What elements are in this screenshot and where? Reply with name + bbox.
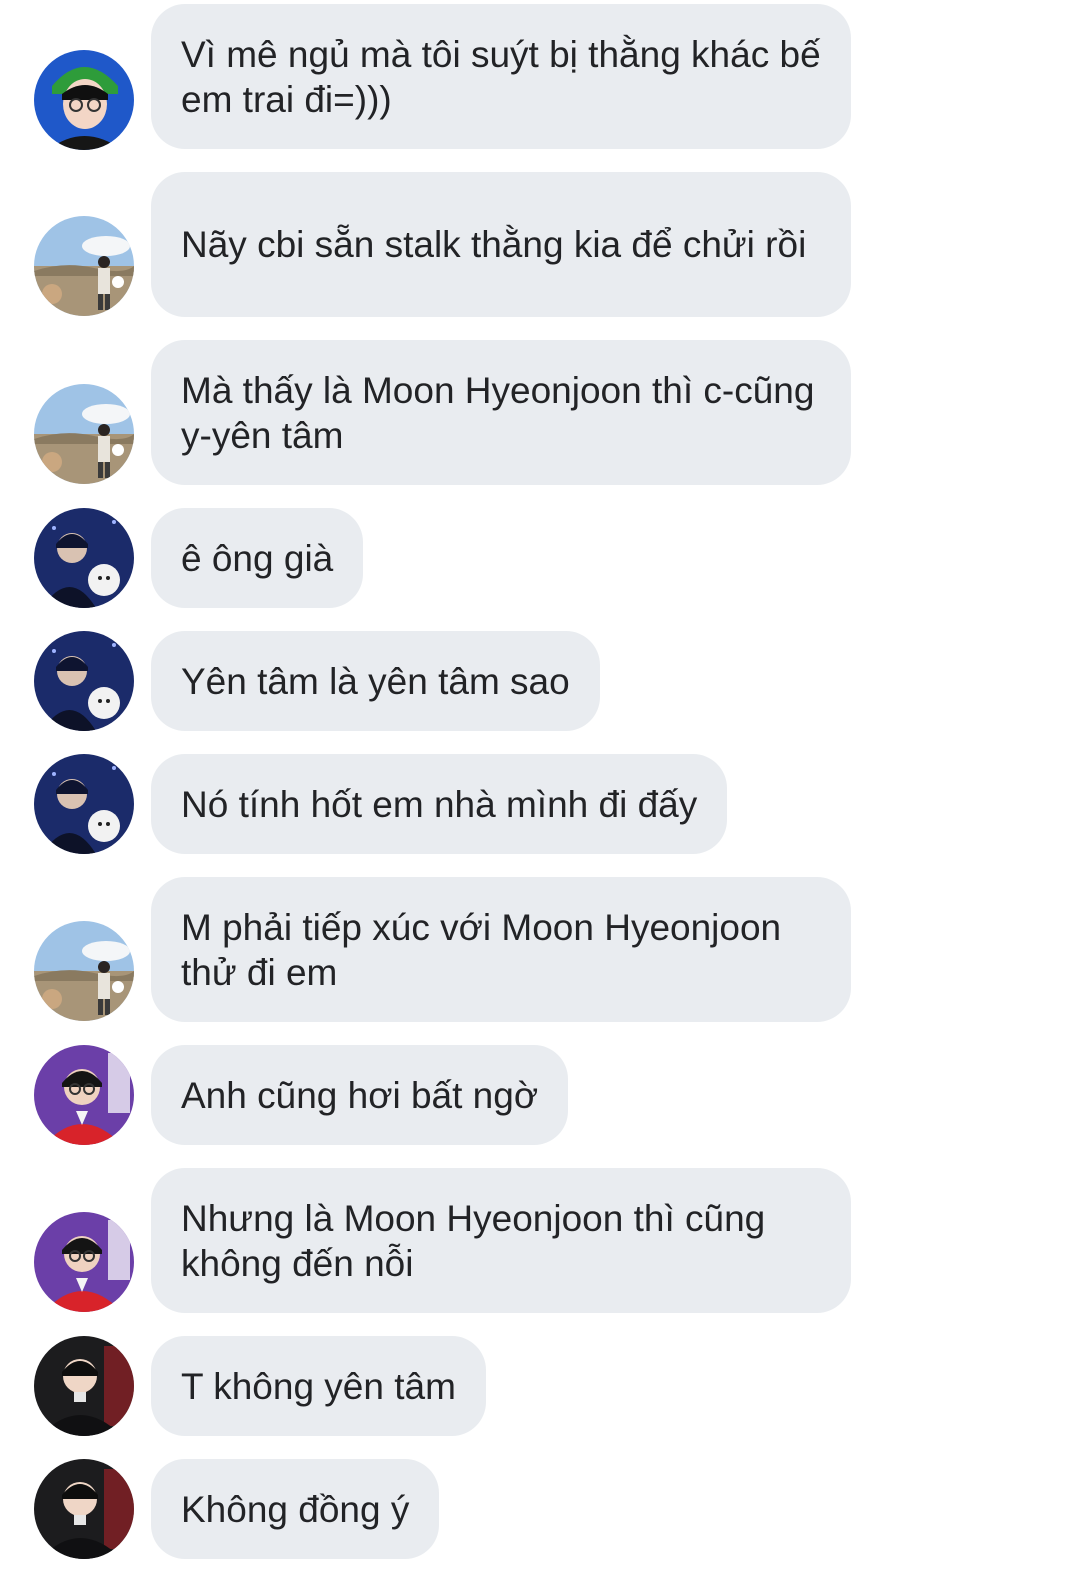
message-text: Nó tính hốt em nhà mình đi đấy	[181, 783, 698, 825]
message-bubble[interactable]: Vì mê ngủ mà tôi suýt bị thằng khác bế e…	[151, 4, 851, 149]
message-bubble[interactable]: ê ông già	[151, 508, 364, 608]
message-bubble[interactable]: Yên tâm là yên tâm sao	[151, 631, 600, 731]
avatar[interactable]	[34, 508, 134, 608]
avatar[interactable]	[34, 1336, 134, 1436]
avatar-purple-red-icon	[34, 1045, 134, 1145]
avatar[interactable]	[34, 1459, 134, 1559]
message-text: Mà thấy là Moon Hyeonjoon thì c-cũng y-y…	[181, 369, 825, 456]
message-text: M phải tiếp xúc với Moon Hyeonjoon thử đ…	[181, 906, 792, 993]
message-text: ê ông già	[181, 537, 334, 579]
message-bubble[interactable]: T không yên tâm	[151, 1336, 486, 1436]
chat-thread: Vì mê ngủ mà tôi suýt bị thằng khác bế e…	[0, 0, 1080, 1576]
message-text: Không đồng ý	[181, 1488, 410, 1530]
message-bubble[interactable]: Nhưng là Moon Hyeonjoon thì cũng không đ…	[151, 1168, 851, 1313]
avatar-blue-night-icon	[34, 508, 134, 608]
avatar[interactable]	[34, 1045, 134, 1145]
avatar[interactable]	[34, 921, 134, 1021]
avatar-field-icon	[34, 921, 134, 1021]
avatar[interactable]	[34, 216, 134, 316]
message-text: Anh cũng hơi bất ngờ	[181, 1074, 539, 1116]
avatar-blue-night-icon	[34, 631, 134, 731]
avatar-field-icon	[34, 216, 134, 316]
avatar-blue-night-icon	[34, 754, 134, 854]
avatar-green-hat-icon	[34, 50, 134, 150]
message-bubble[interactable]: Không đồng ý	[151, 1459, 440, 1559]
message-text: Nãy cbi sẵn stalk thằng kia để chửi rồi	[181, 224, 807, 265]
avatar-dark-suit-icon	[34, 1336, 134, 1436]
message-text: T không yên tâm	[181, 1365, 456, 1407]
message-bubble[interactable]: Anh cũng hơi bất ngờ	[151, 1045, 569, 1145]
message-text: Yên tâm là yên tâm sao	[181, 660, 570, 702]
avatar[interactable]	[34, 384, 134, 484]
message-bubble[interactable]: M phải tiếp xúc với Moon Hyeonjoon thử đ…	[151, 877, 851, 1022]
message-text: Vì mê ngủ mà tôi suýt bị thằng khác bế e…	[181, 33, 831, 120]
message-bubble[interactable]: Nãy cbi sẵn stalk thằng kia để chửi rồi	[151, 172, 851, 317]
message-bubble[interactable]: Mà thấy là Moon Hyeonjoon thì c-cũng y-y…	[151, 340, 851, 485]
avatar-field-icon	[34, 384, 134, 484]
message-text: Nhưng là Moon Hyeonjoon thì cũng không đ…	[181, 1197, 776, 1284]
avatar[interactable]	[34, 754, 134, 854]
avatar[interactable]	[34, 50, 134, 150]
avatar-purple-red-icon	[34, 1212, 134, 1312]
avatar[interactable]	[34, 1212, 134, 1312]
avatar[interactable]	[34, 631, 134, 731]
message-bubble[interactable]: Nó tính hốt em nhà mình đi đấy	[151, 754, 728, 854]
avatar-dark-suit-icon	[34, 1459, 134, 1559]
